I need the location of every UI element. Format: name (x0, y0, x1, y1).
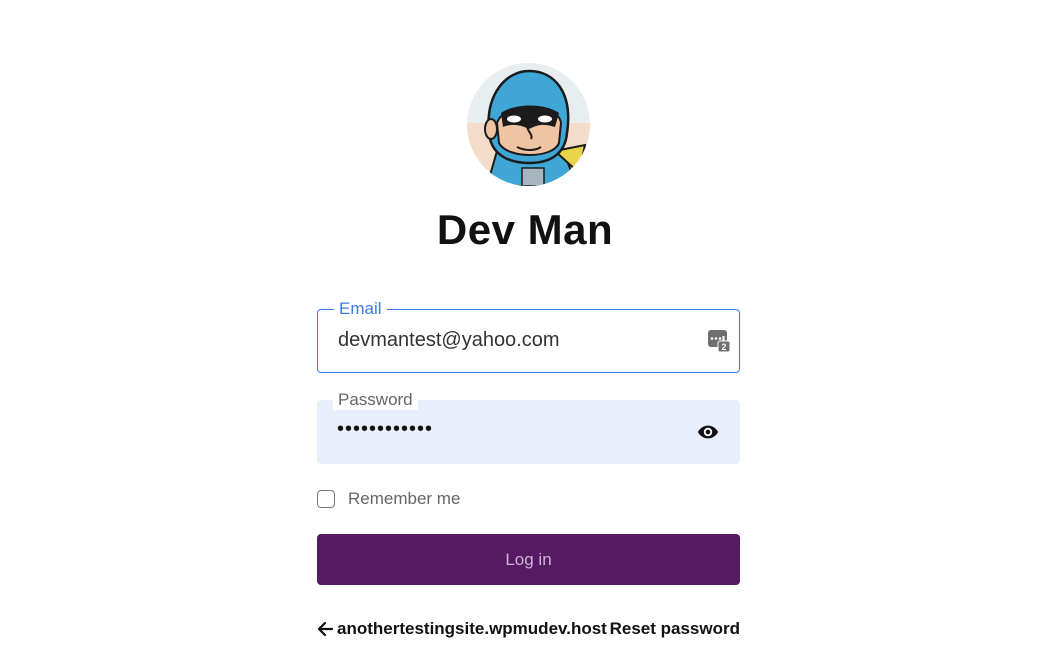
back-to-site-label[interactable]: anothertestingsite.wpmudev.host (337, 619, 607, 639)
reset-password-link[interactable]: Reset password (610, 619, 740, 639)
password-field[interactable]: Password •••••••••••• (317, 390, 740, 464)
user-avatar (467, 63, 590, 186)
remember-me[interactable]: Remember me (317, 488, 460, 510)
password-input[interactable]: •••••••••••• (337, 418, 677, 441)
email-label: Email (334, 299, 387, 319)
profile-name: Dev Man (436, 206, 614, 253)
email-field[interactable]: Email 2 (317, 299, 740, 373)
arrow-left-icon (317, 621, 334, 637)
remember-me-label[interactable]: Remember me (348, 489, 460, 509)
login-button[interactable]: Log in (317, 534, 740, 585)
svg-text:2: 2 (721, 342, 726, 352)
back-to-site-link[interactable]: anothertestingsite.wpmudev.host (317, 619, 607, 639)
superhero-avatar-icon (467, 63, 590, 186)
login-page: Dev Man Email 2 Password •••••••••••• (0, 0, 1050, 670)
password-label: Password (333, 390, 418, 410)
remember-me-checkbox[interactable] (317, 490, 335, 508)
password-manager-key-icon[interactable]: 2 (707, 329, 731, 353)
eye-icon[interactable] (697, 421, 719, 443)
email-input[interactable] (338, 329, 678, 352)
